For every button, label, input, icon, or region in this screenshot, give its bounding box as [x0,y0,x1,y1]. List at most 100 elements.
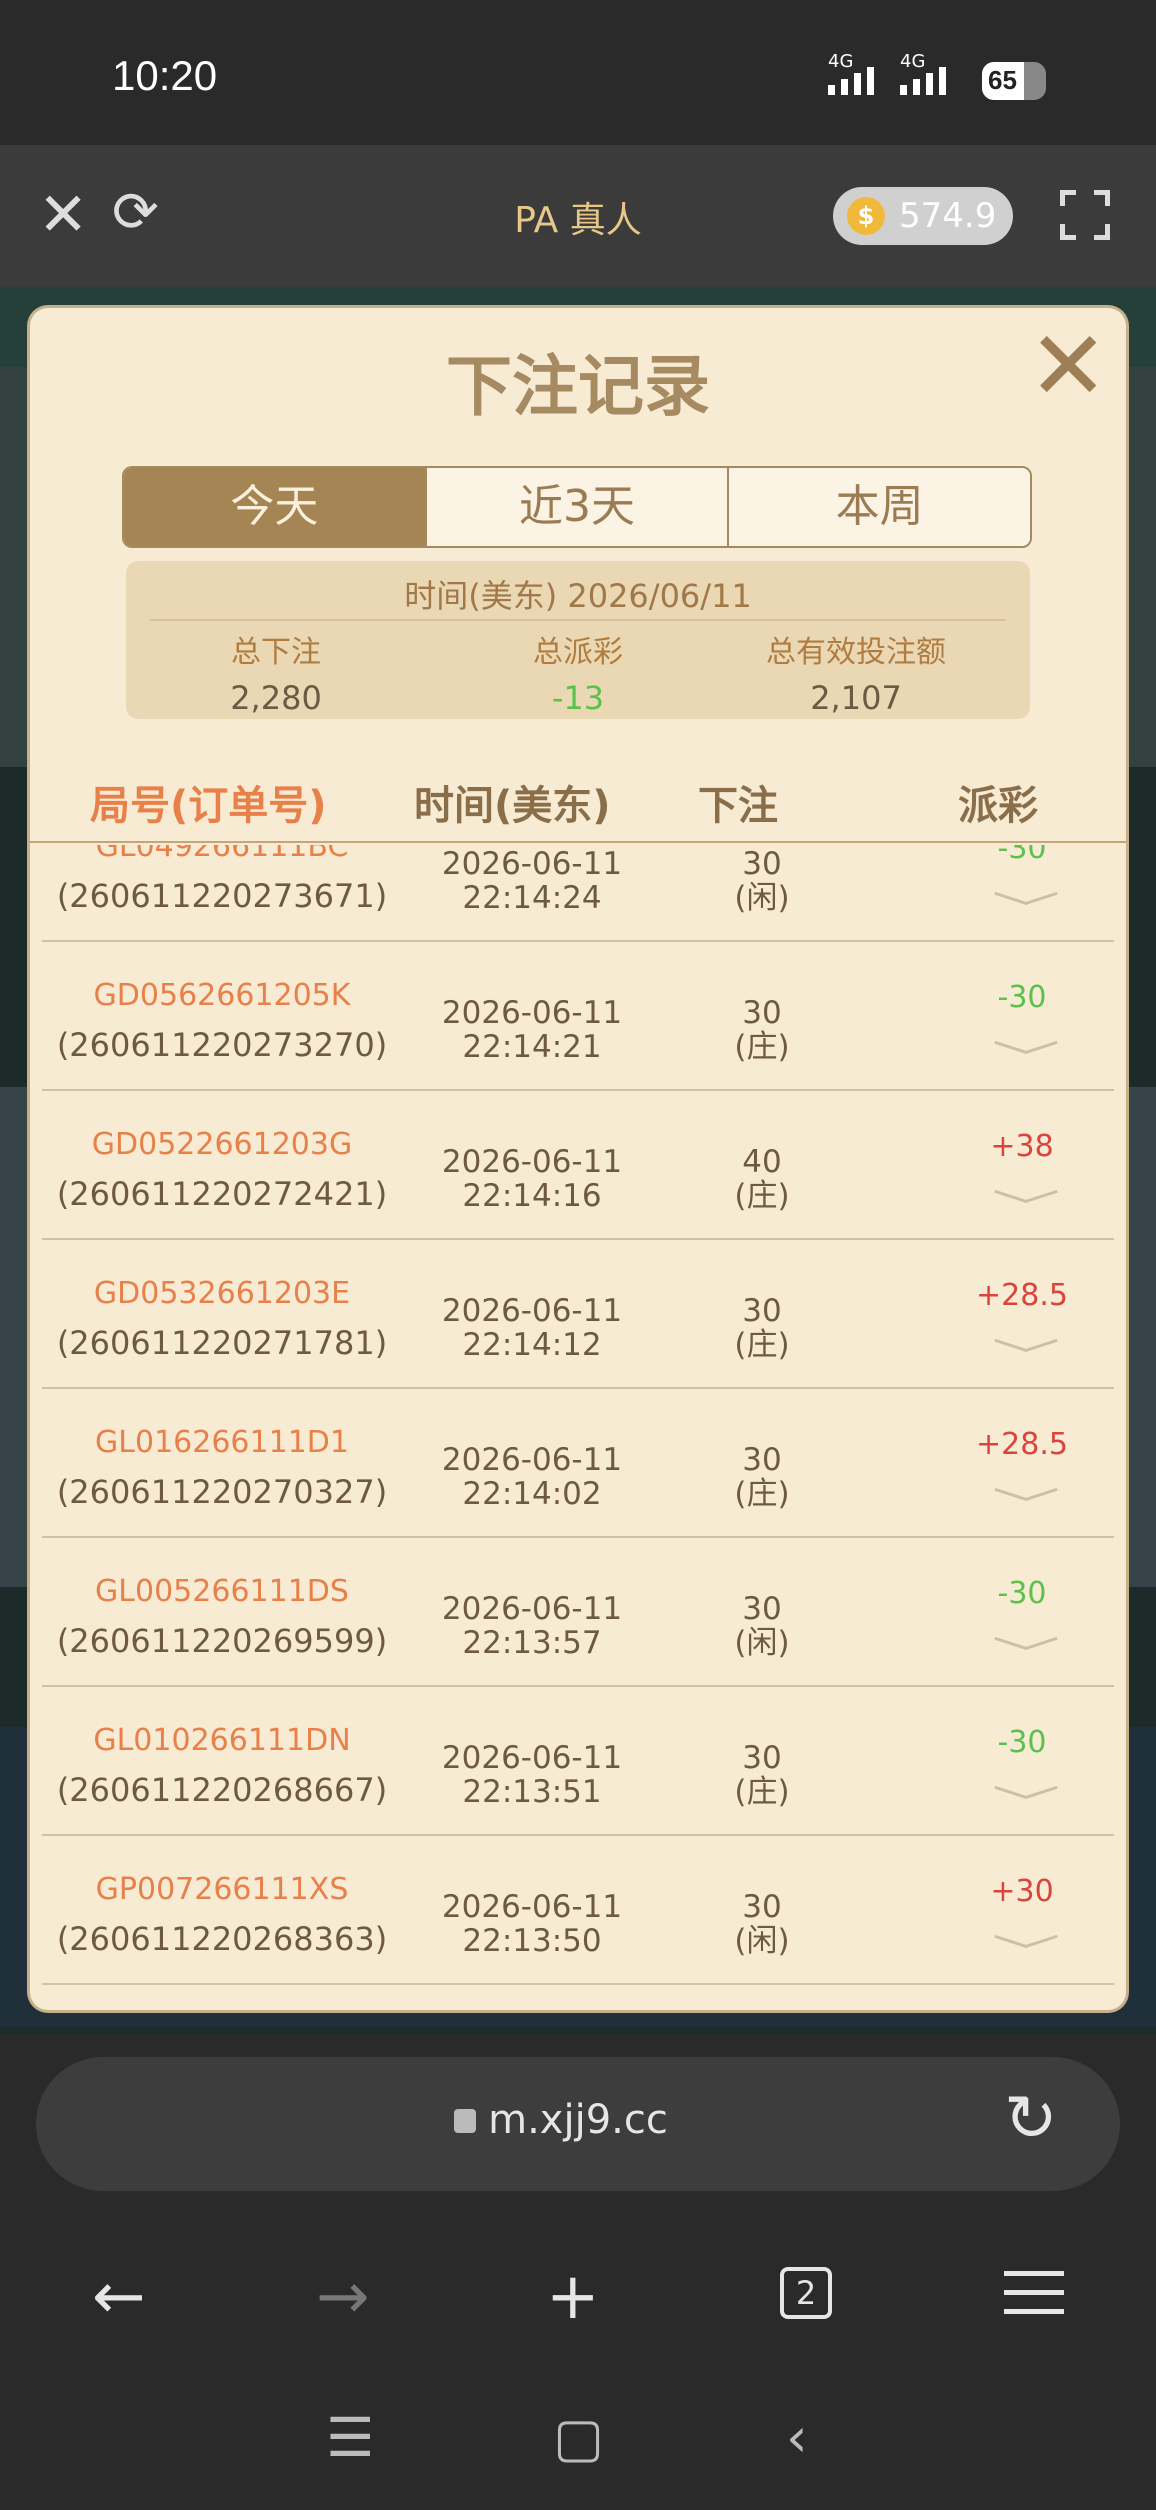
column-header-bet: 下注 [698,783,778,829]
coin-icon: $ [847,197,885,235]
order-number: (260611220273270) [56,1026,388,1064]
total-bet-value: 2,280 [230,679,322,717]
chevron-down-icon[interactable] [994,1336,1058,1358]
total-valid-value: 2,107 [810,679,902,717]
bet-time: 2026-06-11 22:13:51 [441,1740,623,1810]
date-tabs: 今天 近3天 本周 [122,466,1032,548]
round-id: GD0532661203E [93,1276,351,1311]
chevron-down-icon[interactable] [994,1038,1058,1060]
round-id: GD0522661203G [91,1127,353,1162]
bet-time: 2026-06-11 22:14:02 [441,1442,623,1512]
bet-time: 2026-06-11 22:13:50 [441,1889,623,1959]
order-number: (260611220268363) [56,1920,388,1958]
payout-value: +28.5 [976,1278,1068,1313]
chevron-down-icon[interactable] [994,889,1058,911]
payout-value: -30 [997,1576,1047,1611]
total-payout-value: -13 [551,679,605,717]
payout-value: -30 [997,980,1047,1015]
bet-amount: 30 (庄) [734,1442,790,1512]
modal-title: 下注记录 [446,348,710,425]
records-list[interactable]: GL049266111BC (260611220273671) 2026-06-… [42,845,1114,1995]
bet-amount: 30 (庄) [734,1740,790,1810]
table-row[interactable]: GL049266111BC (260611220273671) 2026-06-… [42,845,1114,942]
recent-apps-icon[interactable]: ☰ [326,2411,374,2465]
table-header: 局号(订单号) 时间(美东) 下注 派彩 [30,763,1126,843]
battery-icon: 65 [982,62,1046,100]
payout-value: -30 [997,1725,1047,1760]
chevron-down-icon[interactable] [994,1485,1058,1507]
order-number: (260611220272421) [56,1175,388,1213]
column-header-time: 时间(美东) [414,783,611,829]
payout-value: +28.5 [976,1427,1068,1462]
system-navigation: ☰ ▢ ‹ [0,2375,1156,2510]
table-row[interactable]: GL010266111DN (260611220268667) 2026-06-… [42,1687,1114,1836]
table-row[interactable]: GD0522661203G (260611220272421) 2026-06-… [42,1091,1114,1240]
tab-today[interactable]: 今天 [124,468,425,546]
column-header-round: 局号(订单号) [90,783,327,829]
bet-amount: 40 (庄) [734,1144,790,1214]
home-icon[interactable]: ▢ [553,2411,604,2465]
browser-address-area: m.xjj9.cc ↻ [0,2035,1156,2235]
forward-arrow-icon[interactable]: → [316,2265,370,2329]
browser-toolbar: ← → + 2 [0,2235,1156,2375]
order-number: (260611220269599) [56,1622,388,1660]
order-number: (260611220270327) [56,1473,388,1511]
order-number: (260611220268667) [56,1771,388,1809]
clock: 10:20 [112,52,218,99]
table-row[interactable]: GD0532661203E (260611220271781) 2026-06-… [42,1240,1114,1389]
bet-time: 2026-06-11 22:14:24 [441,846,623,916]
tab-this-week[interactable]: 本周 [727,468,1030,546]
table-row[interactable]: GL005266111DS (260611220269599) 2026-06-… [42,1538,1114,1687]
balance-badge[interactable]: $ 574.9 [833,187,1013,245]
signal-icon-2: 4G [900,51,946,95]
order-number: (260611220271781) [56,1324,388,1362]
total-payout: 总派彩 -13 [478,627,678,717]
payout-value: +30 [990,1874,1054,1909]
total-payout-label: 总派彩 [533,635,623,670]
bet-time: 2026-06-11 22:14:12 [441,1293,623,1363]
order-number: (260611220273671) [56,877,388,915]
close-button[interactable]: ✕ [1028,318,1108,414]
chevron-down-icon[interactable] [994,1932,1058,1954]
round-id: GP007266111XS [95,1872,349,1907]
system-back-icon[interactable]: ‹ [786,2411,808,2465]
round-id: GL016266111D1 [95,1425,349,1460]
chevron-down-icon[interactable] [994,1187,1058,1209]
round-id: GL010266111DN [93,1723,351,1758]
address-bar[interactable]: m.xjj9.cc ↻ [36,2057,1120,2191]
payout-value: -30 [997,845,1047,866]
divider [150,619,1006,621]
reload-icon[interactable]: ↻ [1004,2087,1058,2151]
round-id: GD0562661205K [93,978,351,1013]
payout-value: +38 [990,1129,1054,1164]
url-text: m.xjj9.cc [488,2097,668,2143]
bet-records-modal: 下注记录 ✕ 今天 近3天 本周 时间(美东) 2026/06/11 总下注 2… [30,308,1126,2010]
tab-count-button[interactable]: 2 [780,2267,832,2319]
round-id: GL005266111DS [95,1574,349,1609]
signal-icon: 4G [828,51,874,95]
back-arrow-icon[interactable]: ← [92,2265,146,2329]
bet-amount: 30 (闲) [734,846,790,916]
chevron-down-icon[interactable] [994,1783,1058,1805]
menu-icon[interactable] [1004,2271,1064,2328]
total-valid-label: 总有效投注额 [766,635,946,670]
total-bet: 总下注 2,280 [176,627,376,717]
tab-last-3-days[interactable]: 近3天 [424,468,728,546]
app-header: ✕ ⟳ PA 真人 $ 574.9 [0,145,1156,287]
round-id: GL049266111BC [95,845,349,864]
summary-panel: 时间(美东) 2026/06/11 总下注 2,280 总派彩 -13 总有效投… [126,561,1030,719]
bet-amount: 30 (庄) [734,1293,790,1363]
column-header-payout: 派彩 [958,783,1038,829]
balance-amount: 574.9 [899,196,997,236]
bet-amount: 30 (庄) [734,995,790,1065]
chevron-down-icon[interactable] [994,1634,1058,1656]
fullscreen-icon[interactable] [1060,190,1110,240]
table-row[interactable]: GD0562661205K (260611220273270) 2026-06-… [42,942,1114,1091]
table-row[interactable]: GL016266111D1 (260611220270327) 2026-06-… [42,1389,1114,1538]
bet-amount: 30 (闲) [734,1889,790,1959]
table-row[interactable]: GP007266111XS (260611220268363) 2026-06-… [42,1836,1114,1985]
summary-date: 时间(美东) 2026/06/11 [404,577,752,615]
total-valid-bet: 总有效投注额 2,107 [726,627,986,717]
new-tab-icon[interactable]: + [546,2265,600,2329]
bet-time: 2026-06-11 22:14:21 [441,995,623,1065]
